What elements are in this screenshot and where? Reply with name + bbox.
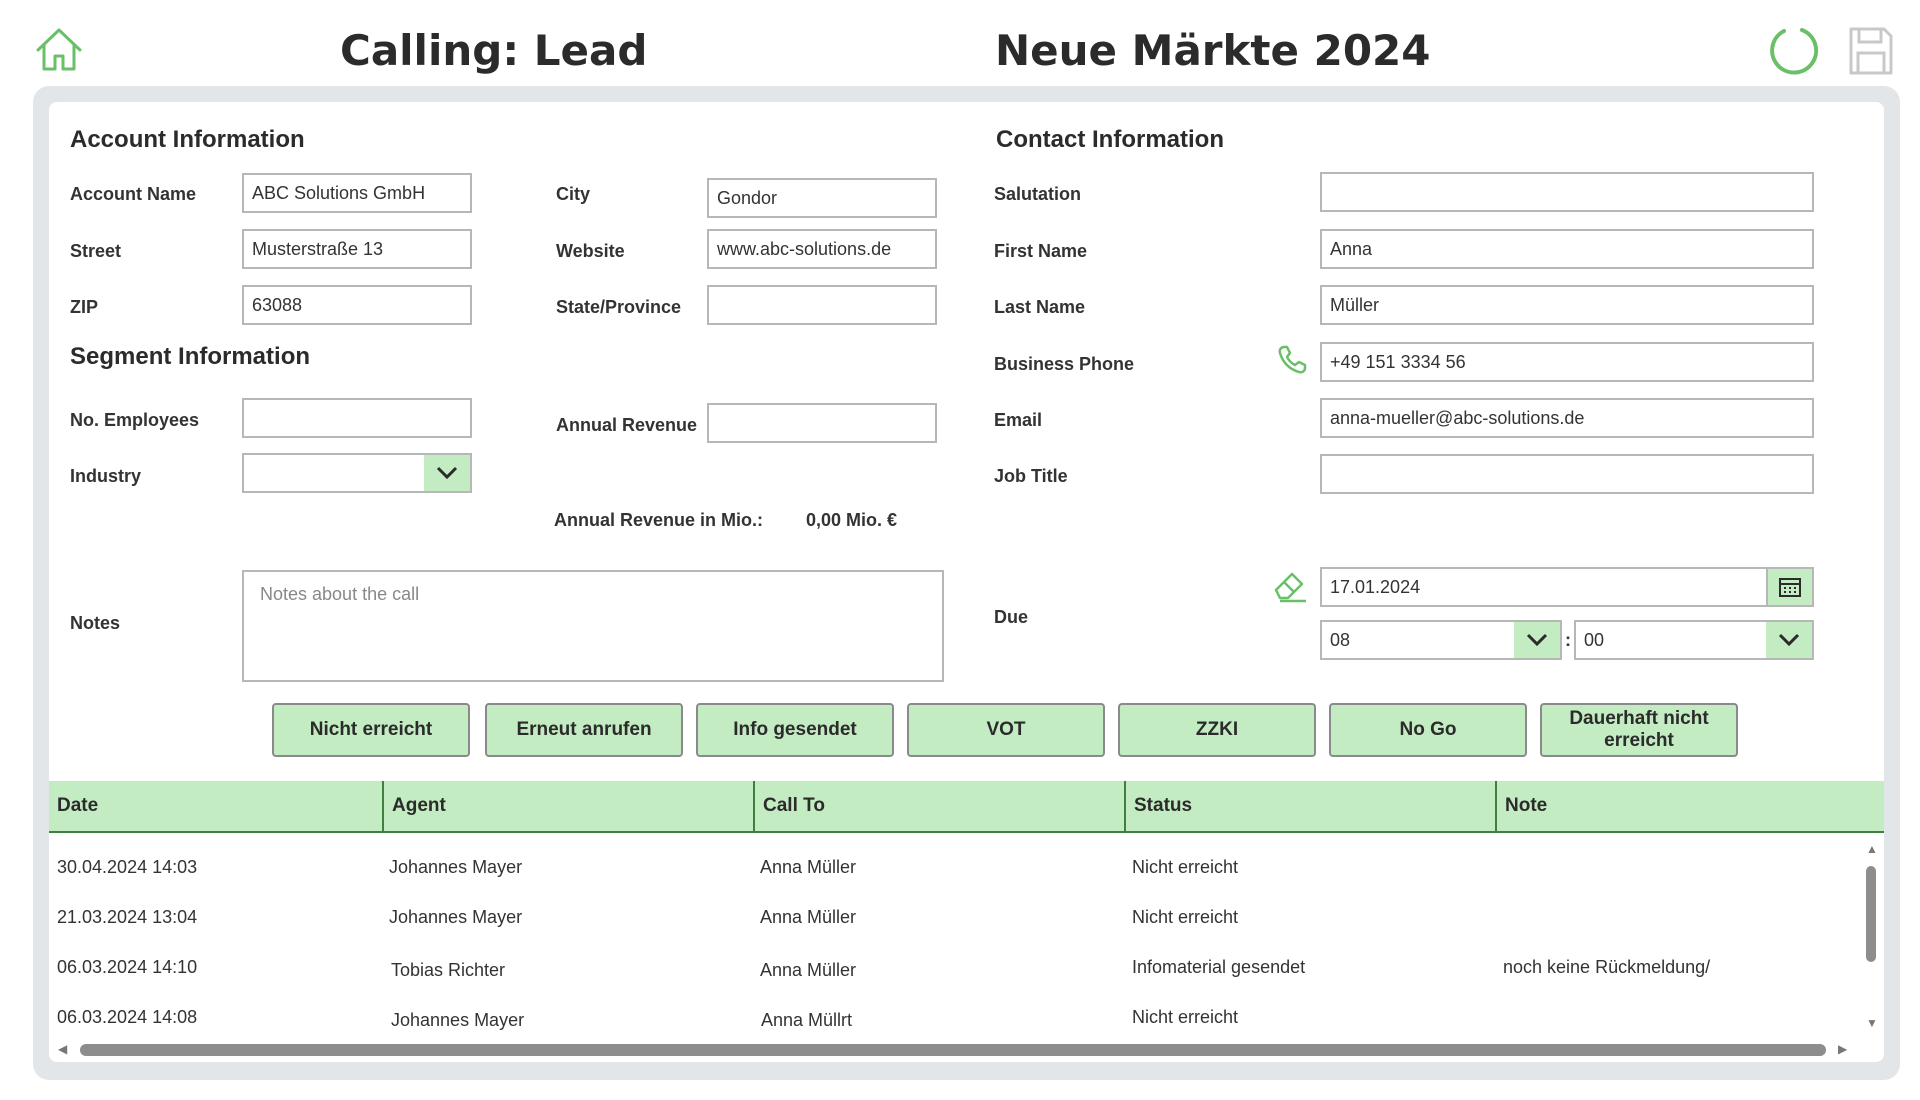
cell-agent: Tobias Richter bbox=[391, 960, 506, 980]
cell-date: 06.03.2024 14:10 bbox=[57, 957, 198, 977]
notes-textarea[interactable]: Notes about the call bbox=[242, 570, 944, 682]
column-header-status[interactable]: Status bbox=[1124, 781, 1495, 831]
phone-label: Business Phone bbox=[994, 354, 1135, 374]
scroll-left-arrow-icon[interactable]: ◀ bbox=[58, 1042, 67, 1056]
chevron-down-icon[interactable] bbox=[1766, 622, 1812, 658]
city-field[interactable]: Gondor bbox=[707, 178, 937, 218]
save-icon[interactable] bbox=[1848, 26, 1894, 76]
cell-call-to: Anna Müllrt bbox=[761, 1010, 853, 1030]
due-date-value: 17.01.2024 bbox=[1330, 576, 1421, 597]
revenue-label: Annual Revenue bbox=[556, 415, 698, 435]
segment-section-title: Segment Information bbox=[70, 343, 311, 370]
street-field[interactable]: Musterstraße 13 bbox=[242, 229, 472, 269]
account-section-title: Account Information bbox=[70, 126, 305, 153]
phone-icon[interactable] bbox=[1276, 344, 1308, 381]
scroll-up-arrow-icon[interactable]: ▲ bbox=[1866, 842, 1878, 856]
first-name-field[interactable]: Anna bbox=[1320, 229, 1814, 269]
eraser-icon[interactable] bbox=[1272, 566, 1310, 609]
state-field[interactable] bbox=[707, 285, 937, 325]
due-date-field[interactable]: 17.01.2024 bbox=[1320, 567, 1814, 607]
due-hour-value: 08 bbox=[1330, 629, 1351, 650]
employees-label: No. Employees bbox=[70, 410, 200, 430]
vertical-scrollbar-thumb[interactable] bbox=[1866, 866, 1876, 962]
notes-label: Notes bbox=[70, 613, 121, 633]
employees-field[interactable] bbox=[242, 398, 472, 438]
cell-call-to: Anna Müller bbox=[760, 857, 857, 877]
table-row[interactable]: 30.04.2024 14:03 Johannes Mayer Anna Mül… bbox=[49, 843, 1862, 889]
column-header-date[interactable]: Date bbox=[49, 781, 382, 831]
revenue-mio-value: 0,00 Mio. € bbox=[806, 510, 898, 530]
cell-note: noch keine Rückmeldung/ bbox=[1503, 957, 1711, 977]
cell-call-to: Anna Müller bbox=[760, 960, 857, 980]
last-name-label: Last Name bbox=[994, 297, 1086, 317]
cell-agent: Johannes Mayer bbox=[389, 907, 523, 927]
cell-date: 30.04.2024 14:03 bbox=[57, 857, 198, 877]
street-label: Street bbox=[70, 241, 122, 261]
time-separator: : bbox=[1565, 630, 1571, 650]
dauerhaft-nicht-erreicht-button[interactable]: Dauerhaft nicht erreicht bbox=[1540, 703, 1738, 757]
table-header: Date Agent Call To Status Note bbox=[49, 781, 1884, 833]
website-label: Website bbox=[556, 241, 625, 261]
job-title-label: Job Title bbox=[994, 466, 1068, 486]
salutation-field[interactable] bbox=[1320, 172, 1814, 212]
salutation-label: Salutation bbox=[994, 184, 1082, 204]
vot-button[interactable]: VOT bbox=[907, 703, 1105, 757]
industry-label: Industry bbox=[70, 466, 142, 486]
revenue-field[interactable] bbox=[707, 403, 937, 443]
campaign-title: Neue Märkte 2024 bbox=[995, 26, 1431, 75]
contact-section-title: Contact Information bbox=[996, 126, 1224, 153]
scroll-right-arrow-icon[interactable]: ▶ bbox=[1838, 1042, 1847, 1056]
info-gesendet-button[interactable]: Info gesendet bbox=[696, 703, 894, 757]
revenue-mio-label: Annual Revenue in Mio.: bbox=[554, 510, 764, 530]
account-name-label: Account Name bbox=[70, 184, 197, 204]
email-field[interactable]: anna-mueller@abc-solutions.de bbox=[1320, 398, 1814, 438]
cell-date: 06.03.2024 14:08 bbox=[57, 1007, 198, 1027]
erneut-anrufen-button[interactable]: Erneut anrufen bbox=[485, 703, 683, 757]
horizontal-scrollbar-thumb[interactable] bbox=[80, 1044, 1826, 1056]
due-label: Due bbox=[994, 607, 1029, 627]
industry-select[interactable] bbox=[242, 453, 472, 493]
calendar-icon[interactable] bbox=[1766, 569, 1812, 605]
nicht-erreicht-button[interactable]: Nicht erreicht bbox=[272, 703, 470, 757]
city-label: City bbox=[556, 184, 591, 204]
cell-status: Nicht erreicht bbox=[1132, 907, 1239, 927]
phone-field[interactable]: +49 151 3334 56 bbox=[1320, 342, 1814, 382]
email-label: Email bbox=[994, 410, 1043, 430]
cell-call-to: Anna Müller bbox=[760, 907, 857, 927]
cell-status: Nicht erreicht bbox=[1132, 1007, 1239, 1027]
cell-status: Nicht erreicht bbox=[1132, 857, 1239, 877]
first-name-label: First Name bbox=[994, 241, 1088, 261]
table-row[interactable]: 06.03.2024 14:08 Johannes Mayer Anna Mül… bbox=[49, 993, 1862, 1039]
zzki-button[interactable]: ZZKI bbox=[1118, 703, 1316, 757]
due-minute-value: 00 bbox=[1584, 629, 1605, 650]
job-title-field[interactable] bbox=[1320, 454, 1814, 494]
website-field[interactable]: www.abc-solutions.de bbox=[707, 229, 937, 269]
state-label: State/Province bbox=[556, 297, 682, 317]
scroll-down-arrow-icon[interactable]: ▼ bbox=[1866, 1016, 1878, 1030]
last-name-field[interactable]: Müller bbox=[1320, 285, 1814, 325]
account-name-field[interactable]: ABC Solutions GmbH bbox=[242, 173, 472, 213]
column-header-note[interactable]: Note bbox=[1495, 781, 1884, 831]
no-go-button[interactable]: No Go bbox=[1329, 703, 1527, 757]
chevron-down-icon[interactable] bbox=[1514, 622, 1560, 658]
due-minute-select[interactable]: 00 bbox=[1574, 620, 1814, 660]
home-icon[interactable] bbox=[34, 26, 84, 72]
table-row[interactable]: 21.03.2024 13:04 Johannes Mayer Anna Mül… bbox=[49, 893, 1862, 939]
column-header-agent[interactable]: Agent bbox=[382, 781, 753, 831]
cell-status: Infomaterial gesendet bbox=[1132, 957, 1306, 977]
due-hour-select[interactable]: 08 bbox=[1320, 620, 1562, 660]
table-row[interactable]: 06.03.2024 14:10 Tobias Richter Anna Mül… bbox=[49, 943, 1862, 989]
refresh-icon[interactable] bbox=[1766, 24, 1822, 78]
cell-agent: Johannes Mayer bbox=[389, 857, 523, 877]
table-body: 30.04.2024 14:03 Johannes Mayer Anna Mül… bbox=[49, 843, 1862, 1033]
cell-date: 21.03.2024 13:04 bbox=[57, 907, 198, 927]
zip-field[interactable]: 63088 bbox=[242, 285, 472, 325]
column-header-call-to[interactable]: Call To bbox=[753, 781, 1124, 831]
page-title: Calling: Lead bbox=[340, 26, 648, 75]
chevron-down-icon[interactable] bbox=[424, 455, 470, 491]
cell-agent: Johannes Mayer bbox=[391, 1010, 525, 1030]
zip-label: ZIP bbox=[70, 297, 99, 317]
